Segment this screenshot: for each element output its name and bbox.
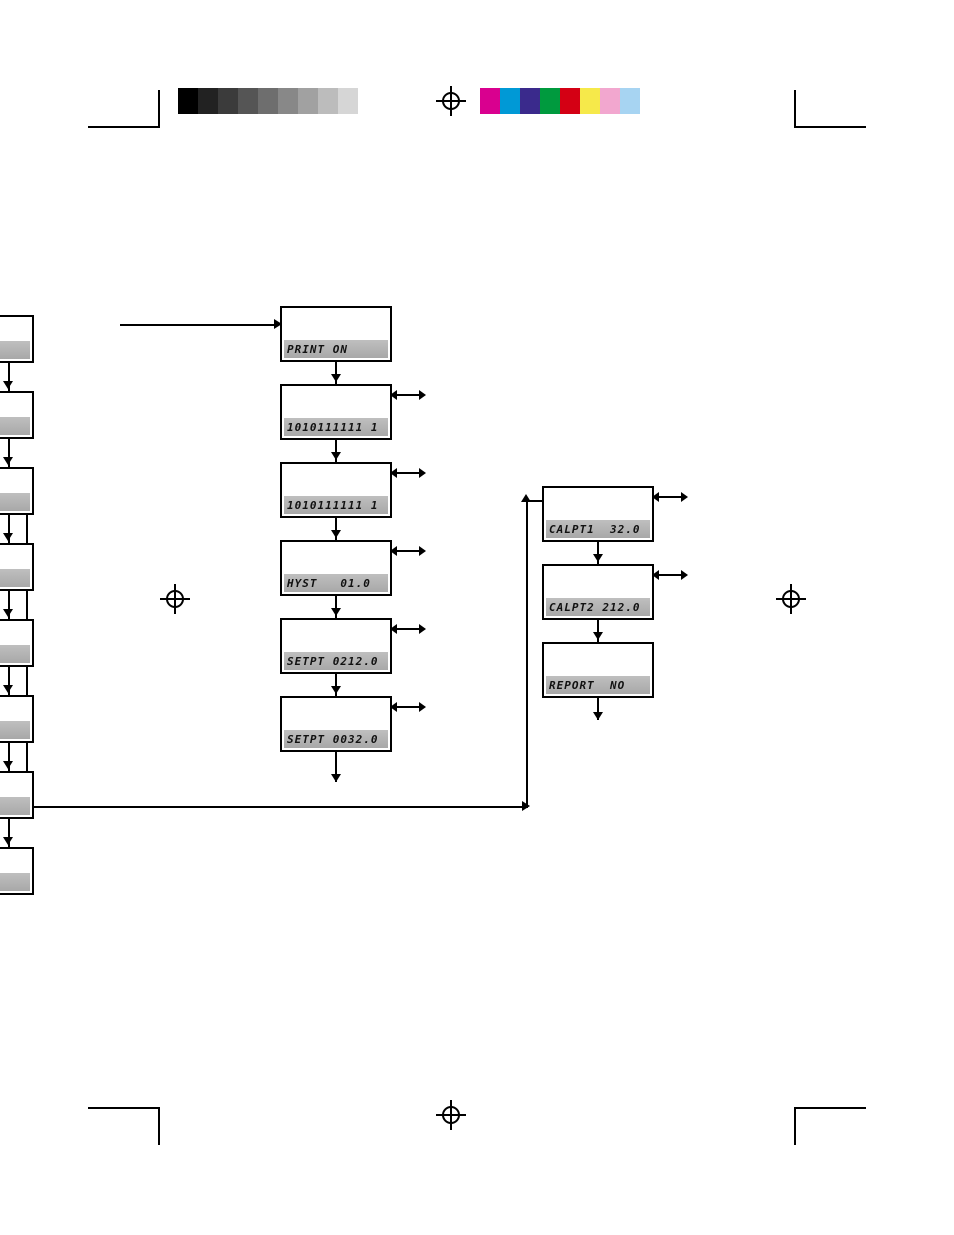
lcd-l5: 14:22 xyxy=(0,695,34,743)
swatch xyxy=(580,88,600,114)
arrow-down-icon xyxy=(331,608,341,616)
swatch xyxy=(238,88,258,114)
swatch xyxy=(278,88,298,114)
lcd-r0: CALPT1 32.0 xyxy=(542,486,654,542)
lcd-c2: 1010111111 1 xyxy=(280,462,392,518)
arrow-down-icon xyxy=(593,632,603,640)
double-arrow-icon xyxy=(658,496,682,498)
crop-mark xyxy=(158,1107,160,1145)
arrow-down-icon xyxy=(331,686,341,694)
lcd-c3: HYST 01.0 xyxy=(280,540,392,596)
arrow-down-icon xyxy=(3,381,13,389)
lcd-text: PRINT ON xyxy=(284,340,388,358)
lcd-c0: PRINT ON xyxy=(280,306,392,362)
arrow-down-icon xyxy=(3,457,13,465)
swatch xyxy=(640,88,660,114)
grayscale-swatches xyxy=(178,88,378,114)
lcd-text: 32.0 xyxy=(0,797,30,815)
registration-target-icon xyxy=(440,1104,462,1126)
flow-line xyxy=(28,806,528,808)
swatch xyxy=(600,88,620,114)
swatch xyxy=(318,88,338,114)
arrow-down-icon xyxy=(331,374,341,382)
lcd-text: 1010111111 1 xyxy=(284,418,388,436)
lcd-text: CALPT1 32.0 xyxy=(546,520,650,538)
arrow-down-icon xyxy=(3,609,13,617)
double-arrow-icon xyxy=(658,574,682,576)
lcd-r1: CALPT2 212.0 xyxy=(542,564,654,620)
lcd-text: HYST 01.0 xyxy=(284,574,388,592)
arrow-down-icon xyxy=(331,774,341,782)
swatch xyxy=(218,88,238,114)
registration-target-icon xyxy=(164,588,186,610)
swatch xyxy=(298,88,318,114)
lcd-l0: OFF xyxy=(0,315,34,363)
swatch xyxy=(258,88,278,114)
crop-mark xyxy=(88,1107,160,1109)
crop-mark xyxy=(158,90,160,128)
lcd-text: SETPT 0032.0 xyxy=(284,730,388,748)
swatch xyxy=(620,88,640,114)
crop-mark xyxy=(794,90,796,128)
lcd-text: CALPT2 212.0 xyxy=(546,598,650,616)
lcd-text: ON xyxy=(0,417,30,435)
flow-line xyxy=(120,324,278,326)
arrow-down-icon xyxy=(3,533,13,541)
lcd-text: NO xyxy=(0,873,30,891)
registration-target-icon xyxy=(440,90,462,112)
lcd-text: 1010111111 1 xyxy=(284,496,388,514)
color-swatches xyxy=(480,88,660,114)
lcd-l2: OFF xyxy=(0,467,34,515)
lcd-r2: REPORT NO xyxy=(542,642,654,698)
double-arrow-icon xyxy=(396,706,420,708)
double-arrow-icon xyxy=(396,550,420,552)
swatch xyxy=(338,88,358,114)
lcd-text: SETPT 0212.0 xyxy=(284,652,388,670)
double-arrow-icon xyxy=(396,394,420,396)
lcd-text: 42899 xyxy=(0,645,30,663)
swatch xyxy=(500,88,520,114)
crop-mark xyxy=(88,126,160,128)
arrow-down-icon xyxy=(3,837,13,845)
crop-mark xyxy=(794,1107,796,1145)
lcd-c5: SETPT 0032.0 xyxy=(280,696,392,752)
double-arrow-icon xyxy=(396,628,420,630)
arrow-down-icon xyxy=(3,761,13,769)
swatch xyxy=(560,88,580,114)
registration-target-icon xyxy=(780,588,802,610)
arrow-down-icon xyxy=(3,685,13,693)
swatch xyxy=(540,88,560,114)
lcd-l7: NO xyxy=(0,847,34,895)
lcd-l4: 42899 xyxy=(0,619,34,667)
lcd-c4: SETPT 0212.0 xyxy=(280,618,392,674)
double-arrow-icon xyxy=(396,472,420,474)
swatch xyxy=(480,88,500,114)
flow-line xyxy=(526,500,528,808)
lcd-text: MM/DD xyxy=(0,569,30,587)
lcd-l1: ON xyxy=(0,391,34,439)
lcd-text: 14:22 xyxy=(0,721,30,739)
swatch xyxy=(520,88,540,114)
crop-mark xyxy=(794,126,866,128)
lcd-text: OFF xyxy=(0,341,30,359)
lcd-l6: 32.0 xyxy=(0,771,34,819)
lcd-text: OFF xyxy=(0,493,30,511)
arrow-down-icon xyxy=(593,712,603,720)
arrow-down-icon xyxy=(331,530,341,538)
arrow-down-icon xyxy=(331,452,341,460)
swatch xyxy=(358,88,378,114)
lcd-c1: 1010111111 1 xyxy=(280,384,392,440)
lcd-text: REPORT NO xyxy=(546,676,650,694)
swatch xyxy=(198,88,218,114)
lcd-l3: MM/DD xyxy=(0,543,34,591)
arrow-down-icon xyxy=(593,554,603,562)
swatch xyxy=(178,88,198,114)
crop-mark xyxy=(794,1107,866,1109)
